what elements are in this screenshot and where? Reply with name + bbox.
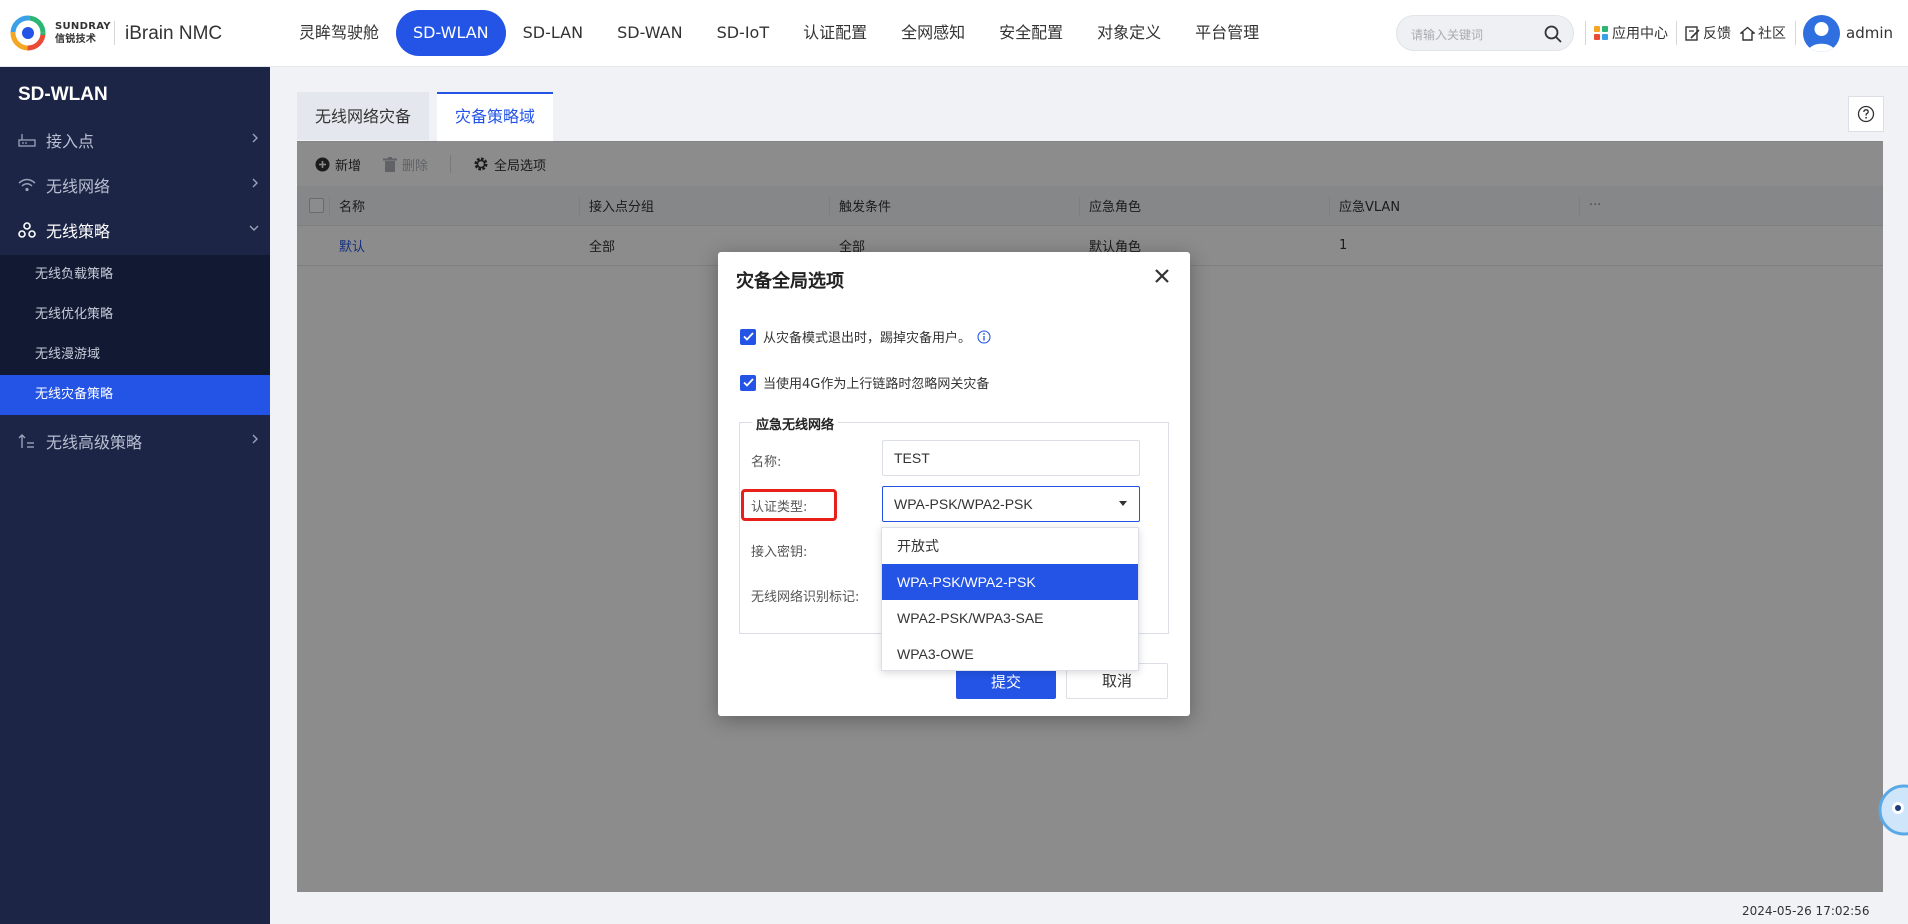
nav-item-network-awareness[interactable]: 全网感知 [884, 10, 982, 56]
top-bar: SUNDRAY 信锐技术 iBrain NMC 灵眸驾驶舱 SD-WLAN SD… [0, 0, 1908, 67]
sidebar-title: SD-WLAN [18, 84, 108, 105]
auth-type-value: WPA-PSK/WPA2-PSK [894, 496, 1033, 512]
timestamp: 2024-05-26 17:02:56 [1742, 904, 1870, 918]
sidebar-subitem-roaming-domain[interactable]: 无线漫游域 [0, 335, 270, 375]
sidebar-item-advanced-strategy[interactable]: 无线高级策略 [0, 418, 270, 463]
sidebar-item-label: 无线高级策略 [46, 432, 143, 452]
sidebar: SD-WLAN 接入点 无线网络 无线策略 无线负载策略 无线优化策略 无线漫游… [0, 67, 270, 924]
help-icon [1857, 105, 1875, 123]
dialog-title: 灾备全局选项 [736, 271, 844, 292]
wifi-icon [17, 175, 37, 195]
header-divider [1585, 21, 1586, 45]
user-avatar-icon [1808, 22, 1835, 52]
feedback-label: 反馈 [1703, 26, 1731, 42]
nav-item-auth-config[interactable]: 认证配置 [786, 10, 884, 56]
chevron-down-icon [249, 225, 259, 231]
feedback-link[interactable]: 反馈 [1685, 23, 1731, 43]
sidebar-item-label: 接入点 [46, 131, 95, 151]
search-icon[interactable] [1543, 24, 1563, 44]
brand-line-1: SUNDRAY [55, 21, 111, 32]
strategy-icon [17, 220, 37, 240]
avatar[interactable] [1803, 15, 1840, 52]
auth-option-wpa3-owe[interactable]: WPA3-OWE [882, 636, 1138, 672]
app-center-label: 应用中心 [1612, 26, 1668, 42]
app-name: iBrain NMC [125, 23, 223, 44]
name-label: 名称: [751, 455, 782, 470]
kick-users-option[interactable]: 从灾备模式退出时，踢掉灾备用户。 [740, 327, 991, 346]
close-icon[interactable] [1152, 266, 1172, 286]
search-box[interactable]: 请输入关键词 [1396, 15, 1574, 51]
help-button[interactable] [1848, 96, 1884, 132]
logo-divider [114, 21, 115, 45]
assistant-robot-icon[interactable] [1876, 780, 1908, 840]
feedback-icon [1685, 25, 1700, 41]
sundray-logo-icon [10, 15, 46, 51]
tab-recovery-strategy-domain[interactable]: 灾备策略域 [437, 92, 554, 142]
community-link[interactable]: 社区 [1740, 23, 1786, 43]
username[interactable]: admin [1846, 24, 1893, 42]
advanced-icon [17, 431, 37, 451]
access-key-label: 接入密钥: [751, 545, 808, 560]
info-icon[interactable] [977, 329, 991, 344]
check-icon [742, 332, 754, 341]
auth-option-open[interactable]: 开放式 [882, 528, 1138, 564]
nav-item-sd-iot[interactable]: SD-IoT [700, 10, 787, 56]
name-field[interactable]: TEST [882, 440, 1140, 476]
sidebar-item-label: 无线策略 [46, 221, 111, 241]
chevron-right-icon [252, 434, 258, 444]
ignore-4g-checkbox[interactable] [740, 374, 756, 391]
brand-line-2: 信锐技术 [55, 34, 97, 45]
auth-type-select[interactable]: WPA-PSK/WPA2-PSK [882, 486, 1140, 522]
section-title: 应急无线网络 [752, 414, 839, 433]
kick-users-checkbox[interactable] [740, 328, 756, 345]
app-center-link[interactable]: 应用中心 [1594, 23, 1668, 43]
app-center-icon [1594, 25, 1608, 40]
nav-item-sd-wlan[interactable]: SD-WLAN [396, 10, 506, 56]
sidebar-item-wireless-strategy[interactable]: 无线策略 [0, 207, 270, 252]
sidebar-subitem-load-strategy[interactable]: 无线负载策略 [0, 255, 270, 295]
sidebar-item-label: 无线网络 [46, 176, 111, 196]
nav-item-platform-management[interactable]: 平台管理 [1178, 10, 1276, 56]
main-nav: 灵眸驾驶舱 SD-WLAN SD-LAN SD-WAN SD-IoT 认证配置 … [282, 10, 1276, 56]
sidebar-subitem-optimize-strategy[interactable]: 无线优化策略 [0, 295, 270, 335]
home-icon [1740, 26, 1755, 41]
sidebar-subitem-disaster-recovery[interactable]: 无线灾备策略 [0, 375, 270, 415]
ignore-4g-option[interactable]: 当使用4G作为上行链路时忽略网关灾备 [740, 373, 989, 392]
brand-text: SUNDRAY 信锐技术 [55, 20, 111, 46]
auth-option-wpa2-wpa3[interactable]: WPA2-PSK/WPA3-SAE [882, 600, 1138, 636]
chevron-right-icon [252, 133, 258, 143]
tab-wireless-network-recovery[interactable]: 无线网络灾备 [297, 92, 430, 140]
chevron-right-icon [252, 178, 258, 188]
auth-type-dropdown: 开放式 WPA-PSK/WPA2-PSK WPA2-PSK/WPA3-SAE W… [881, 527, 1139, 671]
router-icon [17, 130, 37, 150]
caret-down-icon [1119, 501, 1127, 506]
nav-item-security-config[interactable]: 安全配置 [982, 10, 1080, 56]
check-icon [742, 378, 754, 387]
nav-item-sd-lan[interactable]: SD-LAN [506, 10, 600, 56]
ignore-4g-label: 当使用4G作为上行链路时忽略网关灾备 [763, 377, 990, 392]
sidebar-item-access-point[interactable]: 接入点 [0, 117, 270, 162]
header-divider [1795, 21, 1796, 45]
nav-item-object-definition[interactable]: 对象定义 [1080, 10, 1178, 56]
header-divider [1676, 21, 1677, 45]
highlight-annotation [741, 489, 837, 521]
sidebar-item-wireless-network[interactable]: 无线网络 [0, 162, 270, 207]
kick-users-label: 从灾备模式退出时，踢掉灾备用户。 [763, 331, 972, 346]
search-input[interactable]: 请输入关键词 [1411, 26, 1483, 43]
nav-item-cockpit[interactable]: 灵眸驾驶舱 [282, 10, 396, 56]
auth-option-wpa-psk[interactable]: WPA-PSK/WPA2-PSK [882, 564, 1138, 600]
community-label: 社区 [1758, 26, 1786, 42]
tab-bar: 无线网络灾备 灾备策略域 [297, 92, 561, 142]
nav-item-sd-wan[interactable]: SD-WAN [600, 10, 699, 56]
ssid-label: 无线网络识别标记: [751, 590, 860, 605]
